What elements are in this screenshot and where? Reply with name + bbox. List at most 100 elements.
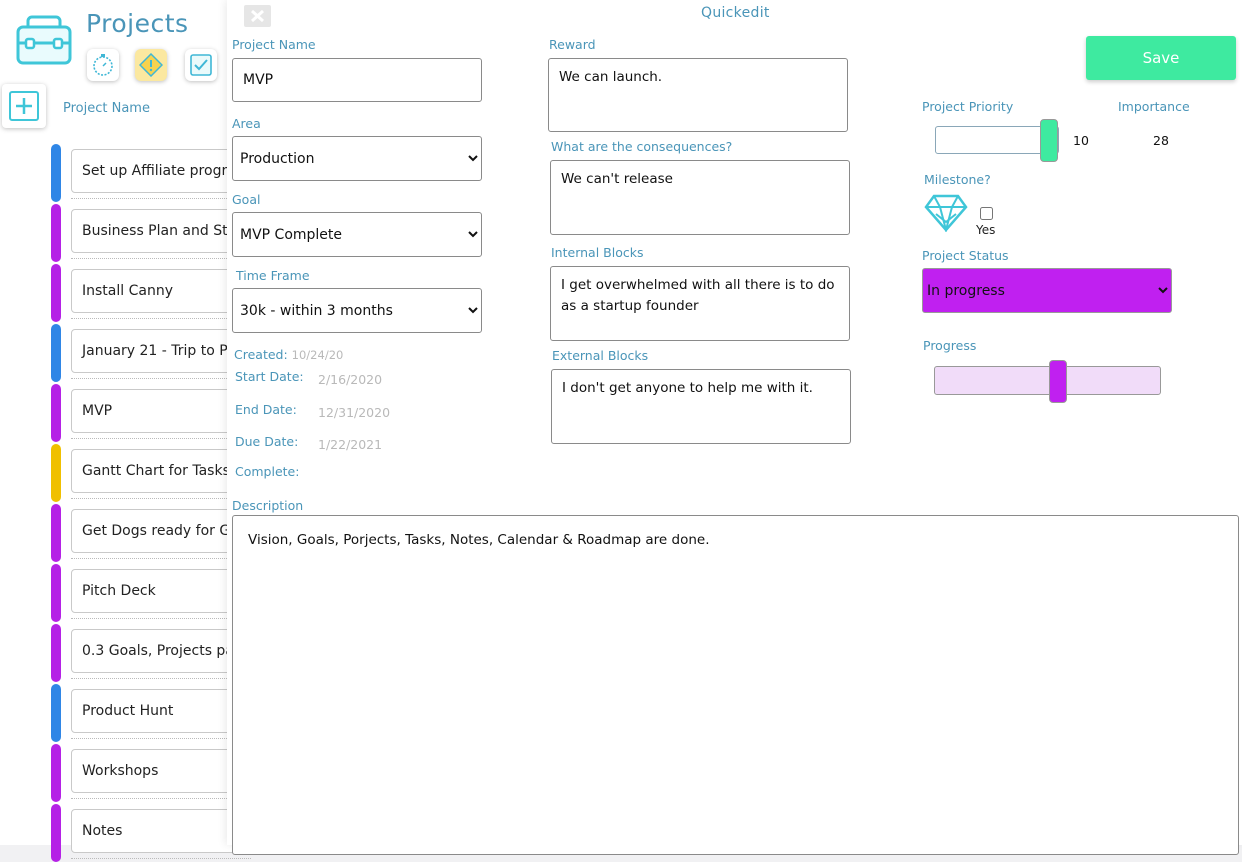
project-row[interactable]: 0.3 Goals, Projects page <box>51 624 251 682</box>
created-label-text: Created: <box>234 347 288 362</box>
priority-slider[interactable] <box>935 119 1059 162</box>
project-name-cell[interactable]: Product Hunt <box>71 689 251 733</box>
row-divider <box>71 198 251 199</box>
diamond-alert-icon <box>139 53 163 77</box>
progress-slider[interactable] <box>934 360 1161 403</box>
project-name-cell[interactable]: Business Plan and Strategy <box>71 209 251 253</box>
status-select[interactable]: In progress <box>922 268 1172 313</box>
milestone-label: Milestone? <box>924 172 991 187</box>
project-name-cell[interactable]: Get Dogs ready for Grooming <box>71 509 251 553</box>
status-label: Project Status <box>922 248 1009 263</box>
project-row[interactable]: Install Canny <box>51 264 251 322</box>
row-divider <box>71 858 251 859</box>
project-row[interactable]: MVP <box>51 384 251 442</box>
quickedit-panel: Quickedit Project Name MVP Area Producti… <box>227 0 1242 855</box>
add-project-button[interactable] <box>2 84 46 128</box>
project-color-bar <box>51 624 61 682</box>
consequences-label: What are the consequences? <box>551 139 733 154</box>
priority-view-button[interactable] <box>135 49 167 81</box>
row-divider <box>71 318 251 319</box>
row-divider <box>71 678 251 679</box>
project-name-input[interactable]: MVP <box>232 58 482 102</box>
stopwatch-icon <box>93 54 113 76</box>
created-value: 10/24/20 <box>291 348 344 362</box>
project-row[interactable]: Get Dogs ready for Grooming <box>51 504 251 562</box>
project-row[interactable]: Workshops <box>51 744 251 802</box>
close-button[interactable] <box>244 5 271 27</box>
due-date-label: Due Date: <box>235 434 299 449</box>
end-date-label: End Date: <box>235 402 297 417</box>
internal-blocks-label: Internal Blocks <box>551 245 644 260</box>
external-blocks-textarea[interactable]: I don't get anyone to help me with it. <box>551 369 851 444</box>
row-divider <box>71 258 251 259</box>
description-textarea[interactable]: Vision, Goals, Porjects, Tasks, Notes, C… <box>232 515 1239 855</box>
priority-slider-thumb[interactable] <box>1040 119 1058 162</box>
save-button[interactable]: Save <box>1086 36 1236 80</box>
project-name-cell[interactable]: Notes <box>71 809 251 853</box>
progress-slider-thumb[interactable] <box>1049 360 1067 403</box>
project-color-bar <box>51 144 61 202</box>
project-color-bar <box>51 204 61 262</box>
project-name-cell[interactable]: January 21 - Trip to Puerto <box>71 329 251 373</box>
description-label: Description <box>232 498 304 513</box>
progress-label: Progress <box>923 338 977 353</box>
importance-value: 28 <box>1153 133 1169 148</box>
project-name-cell[interactable]: 0.3 Goals, Projects page <box>71 629 251 673</box>
row-divider <box>71 738 251 739</box>
project-name-cell[interactable]: Workshops <box>71 749 251 793</box>
area-label: Area <box>232 116 261 131</box>
project-name-cell[interactable]: Pitch Deck <box>71 569 251 613</box>
project-name-cell[interactable]: Gantt Chart for Tasks <box>71 449 251 493</box>
project-color-bar <box>51 684 61 742</box>
project-row[interactable]: Set up Affiliate program <box>51 144 251 202</box>
project-color-bar <box>51 744 61 802</box>
page-title: Projects <box>86 9 189 38</box>
checklist-view-button[interactable] <box>185 49 217 81</box>
close-icon <box>251 10 264 22</box>
diamond-icon <box>924 194 968 236</box>
project-row[interactable]: January 21 - Trip to Puerto <box>51 324 251 382</box>
priority-value: 10 <box>1073 133 1089 148</box>
project-color-bar <box>51 564 61 622</box>
milestone-checkbox-label: Yes <box>976 223 996 237</box>
project-name-cell[interactable]: Install Canny <box>71 269 251 313</box>
project-row[interactable]: Gantt Chart for Tasks <box>51 444 251 502</box>
project-name-cell[interactable]: Set up Affiliate program <box>71 149 251 193</box>
goal-select[interactable]: MVP Complete <box>232 212 482 257</box>
project-row[interactable]: Notes <box>51 804 251 862</box>
row-divider <box>71 558 251 559</box>
project-row[interactable]: Business Plan and Strategy <box>51 204 251 262</box>
project-row[interactable]: Product Hunt <box>51 684 251 742</box>
modal-title: Quickedit <box>701 5 770 21</box>
row-divider <box>71 618 251 619</box>
reward-label: Reward <box>549 37 596 52</box>
row-divider <box>71 378 251 379</box>
row-divider <box>71 438 251 439</box>
start-date-label: Start Date: <box>235 369 304 384</box>
project-row[interactable]: Pitch Deck <box>51 564 251 622</box>
start-date-value[interactable]: 2/16/2020 <box>318 372 382 387</box>
project-color-bar <box>51 264 61 322</box>
time-frame-label: Time Frame <box>236 268 310 283</box>
importance-label: Importance <box>1118 99 1190 114</box>
project-name-label: Project Name <box>232 37 316 52</box>
project-color-bar <box>51 324 61 382</box>
row-divider <box>71 498 251 499</box>
created-label: Created: 10/24/20 <box>234 347 343 362</box>
timer-view-button[interactable] <box>87 49 119 81</box>
project-color-bar <box>51 444 61 502</box>
area-select[interactable]: Production <box>232 136 482 181</box>
internal-blocks-textarea[interactable]: I get overwhelmed with all there is to d… <box>550 266 850 341</box>
toolbox-icon <box>16 15 72 65</box>
reward-textarea[interactable]: We can launch. <box>548 58 848 132</box>
project-color-bar <box>51 804 61 862</box>
project-name-cell[interactable]: MVP <box>71 389 251 433</box>
due-date-value[interactable]: 1/22/2021 <box>318 437 382 452</box>
consequences-textarea[interactable]: We can't release <box>550 160 850 235</box>
project-name-column-header[interactable]: Project Name <box>63 101 150 116</box>
time-frame-select[interactable]: 30k - within 3 months <box>232 288 482 333</box>
checkbox-icon <box>190 54 212 76</box>
end-date-value[interactable]: 12/31/2020 <box>318 405 390 420</box>
milestone-checkbox[interactable] <box>980 207 993 220</box>
row-divider <box>71 798 251 799</box>
